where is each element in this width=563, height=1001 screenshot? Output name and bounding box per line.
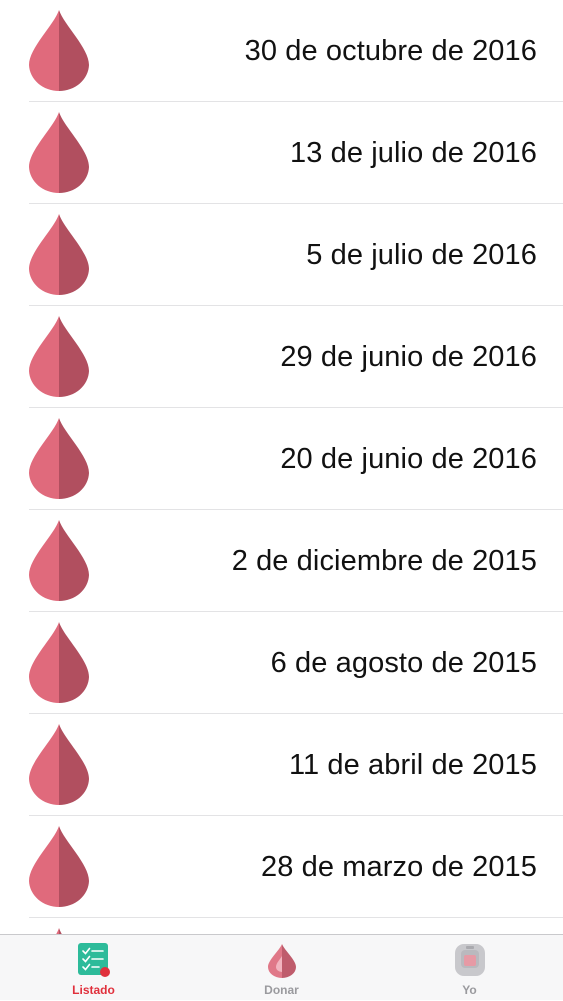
blood-drop-icon xyxy=(29,520,89,601)
tab-donar[interactable]: Donar xyxy=(188,935,375,1001)
donation-date: 28 de marzo de 2015 xyxy=(261,851,537,883)
list-item[interactable]: 20 de junio de 2016 xyxy=(0,408,563,510)
list-item[interactable]: 6 de agosto de 2015 xyxy=(0,612,563,714)
blood-bag-icon xyxy=(454,944,485,976)
tab-bar: Listado Donar Yo xyxy=(0,934,563,1000)
donation-list: 30 de octubre de 2016 13 de julio de 201… xyxy=(0,0,563,934)
list-item[interactable]: 30 de octubre de 2016 xyxy=(0,0,563,102)
donation-date: 11 de abril de 2015 xyxy=(288,749,537,781)
tab-label: Yo xyxy=(462,983,477,997)
donation-date: 2 de diciembre de 2015 xyxy=(231,545,537,577)
list-item[interactable] xyxy=(0,918,563,934)
list-item[interactable]: 2 de diciembre de 2015 xyxy=(0,510,563,612)
blood-drop-icon xyxy=(29,622,89,703)
donation-date: 5 de julio de 2016 xyxy=(306,239,537,271)
donation-date: 30 de octubre de 2016 xyxy=(244,35,537,67)
blood-drop-icon xyxy=(29,418,89,499)
blood-drop-icon xyxy=(29,724,89,805)
tab-listado[interactable]: Listado xyxy=(0,935,187,1001)
tab-label: Listado xyxy=(72,983,115,997)
list-item[interactable]: 11 de abril de 2015 xyxy=(0,714,563,816)
blood-drop-icon xyxy=(29,214,89,295)
donation-date: 13 de julio de 2016 xyxy=(290,137,537,169)
tab-yo[interactable]: Yo xyxy=(376,935,563,1001)
blood-drop-icon xyxy=(29,112,89,193)
blood-drop-icon xyxy=(29,316,89,397)
list-item[interactable]: 28 de marzo de 2015 xyxy=(0,816,563,918)
blood-drop-icon xyxy=(267,944,296,978)
blood-drop-icon xyxy=(29,826,89,907)
checklist-icon xyxy=(77,943,110,977)
tab-label: Donar xyxy=(264,983,299,997)
list-item[interactable]: 29 de junio de 2016 xyxy=(0,306,563,408)
list-item[interactable]: 5 de julio de 2016 xyxy=(0,204,563,306)
donation-date: 6 de agosto de 2015 xyxy=(270,647,537,679)
blood-drop-icon xyxy=(29,10,89,91)
donation-date: 29 de junio de 2016 xyxy=(280,341,537,373)
list-item[interactable]: 13 de julio de 2016 xyxy=(0,102,563,204)
donation-date: 20 de junio de 2016 xyxy=(280,443,537,475)
